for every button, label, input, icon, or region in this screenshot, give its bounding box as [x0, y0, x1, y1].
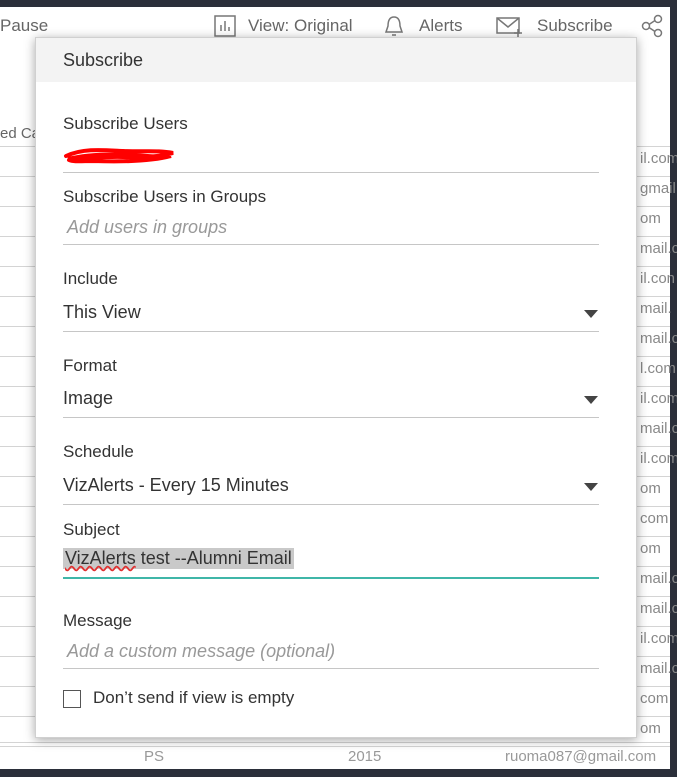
message-underline	[63, 668, 599, 669]
window-frame-top	[0, 0, 677, 7]
subscribe-dialog: Subscribe Subscribe Users Subscribe User…	[35, 37, 637, 738]
schedule-select[interactable]: VizAlerts - Every 15 Minutes	[63, 471, 599, 503]
table-row-divider	[0, 746, 670, 747]
subscribe-users-label: Subscribe Users	[63, 114, 188, 133]
pause-label: Pause	[0, 16, 49, 35]
table-cell: il.com	[640, 150, 677, 167]
format-value: Image	[63, 388, 114, 408]
table-cell: PS	[144, 748, 165, 765]
chevron-down-icon	[584, 396, 598, 404]
subject-input[interactable]: VizAlerts test --Alumni Email	[63, 548, 294, 569]
chevron-down-icon	[584, 310, 598, 318]
groups-input[interactable]: Add users in groups	[67, 217, 227, 238]
dont-send-checkbox[interactable]	[63, 690, 81, 708]
redacted-user-scribble	[64, 148, 174, 164]
view-icon	[214, 15, 236, 37]
table-cell: mail.	[640, 300, 672, 317]
message-label: Message	[63, 611, 132, 630]
table-divider	[0, 742, 670, 743]
subject-value-rest: test --Alumni Email	[135, 548, 292, 568]
table-cell: mail.c	[640, 330, 677, 347]
dialog-header: Subscribe	[36, 38, 636, 82]
table-cell: mail.c	[640, 600, 677, 617]
subject-label: Subject	[63, 520, 120, 539]
groups-label: Subscribe Users in Groups	[63, 187, 267, 206]
share-icon	[641, 14, 663, 38]
table-cell: com	[640, 510, 669, 527]
table-cell: l.com	[640, 360, 676, 377]
dialog-title: Subscribe	[63, 50, 144, 70]
schedule-label: Schedule	[63, 442, 134, 461]
table-cell: mail.c	[640, 240, 677, 257]
share-button[interactable]	[641, 7, 663, 45]
include-label: Include	[63, 269, 118, 288]
include-select[interactable]: This View	[63, 298, 599, 330]
table-cell: om	[640, 210, 661, 227]
table-cell: om	[640, 480, 661, 497]
subscribe-users-underline	[63, 172, 599, 173]
envelope-plus-icon	[496, 15, 524, 37]
include-value: This View	[63, 302, 141, 322]
message-input[interactable]: Add a custom message (optional)	[67, 641, 335, 662]
schedule-underline	[63, 504, 599, 505]
chevron-down-icon	[584, 483, 598, 491]
view-label: View: Original	[248, 16, 353, 35]
bell-icon	[383, 15, 405, 37]
format-select[interactable]: Image	[63, 384, 599, 416]
table-cell: om	[640, 720, 661, 737]
table-cell: gmail.	[640, 180, 677, 197]
dont-send-label: Don’t send if view is empty	[93, 688, 295, 707]
subject-underline	[63, 577, 599, 579]
table-cell: il.con	[640, 270, 676, 287]
table-cell: om	[640, 540, 661, 557]
window-frame-bottom	[0, 769, 677, 777]
table-cell: il.com	[640, 390, 677, 407]
table-cell: ruoma087@gmail.com	[505, 748, 657, 765]
table-cell: mail.c	[640, 570, 677, 587]
table-cell: il.com	[640, 450, 677, 467]
table-cell: mail.c	[640, 420, 677, 437]
subscribe-users-field[interactable]	[63, 138, 599, 172]
table-cell: 2015	[348, 748, 382, 765]
groups-underline	[63, 244, 599, 245]
table-cell: mail.c	[640, 660, 677, 677]
subscribe-label: Subscribe	[537, 16, 613, 35]
schedule-value: VizAlerts - Every 15 Minutes	[63, 475, 289, 495]
alerts-label: Alerts	[419, 16, 463, 35]
subject-value-misspelled: VizAlerts	[65, 548, 136, 568]
table-cell: com	[640, 690, 669, 707]
format-underline	[63, 417, 599, 418]
include-underline	[63, 331, 599, 332]
table-cell: il.com	[640, 630, 677, 647]
format-label: Format	[63, 356, 117, 375]
